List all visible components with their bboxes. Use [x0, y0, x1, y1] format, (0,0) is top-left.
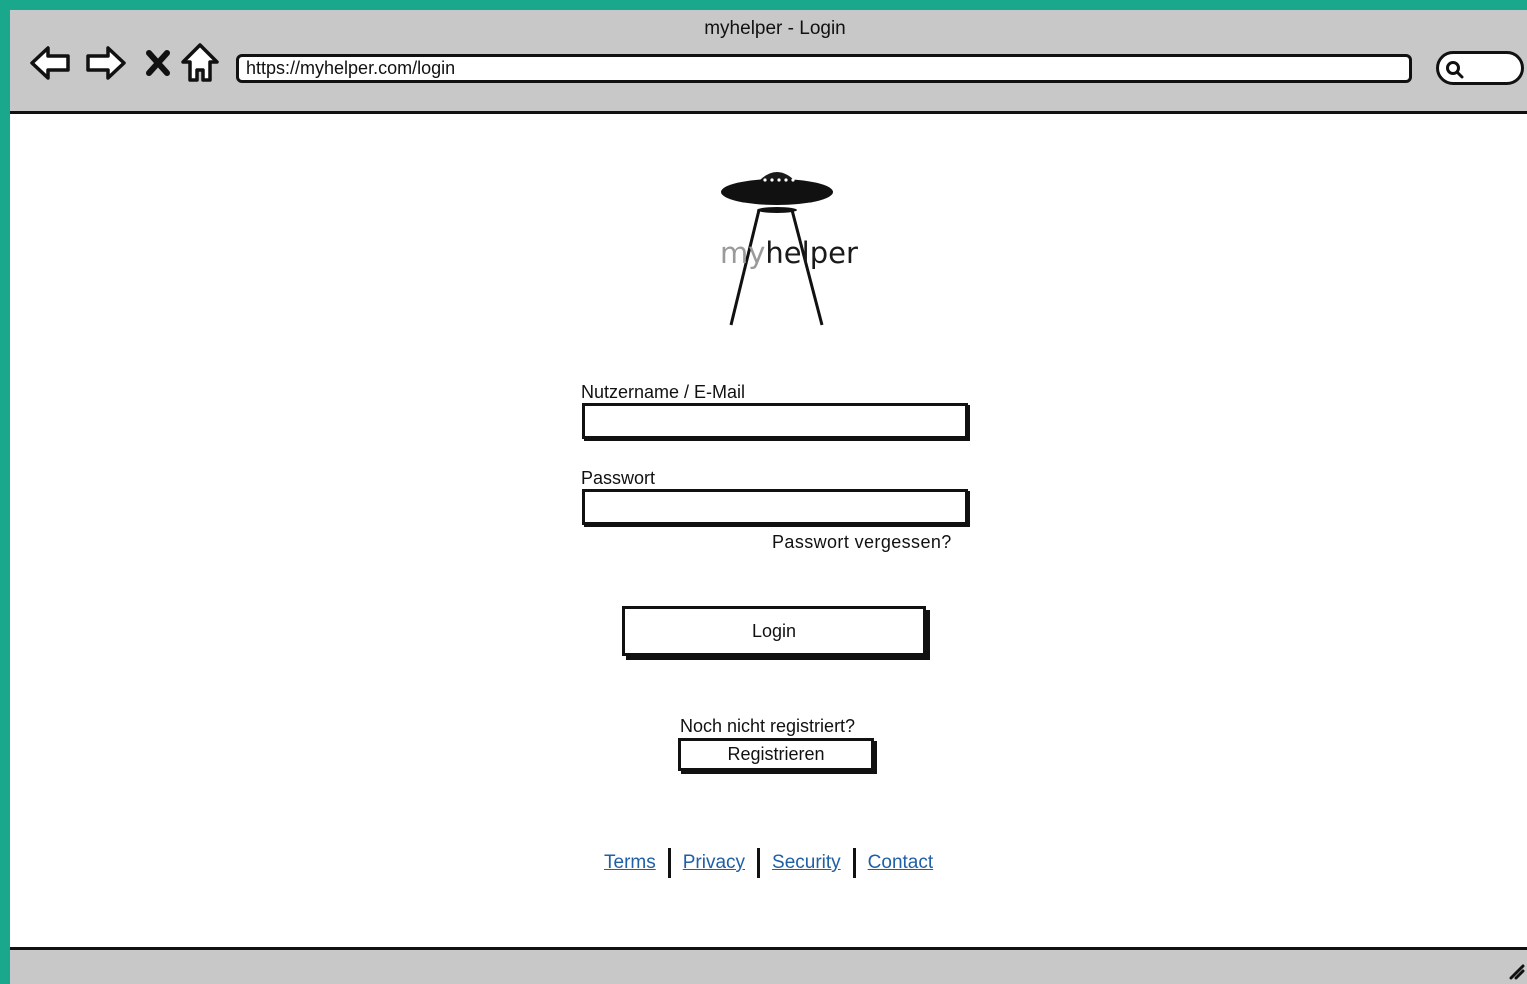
- password-label: Passwort: [581, 468, 656, 488]
- status-bar: [10, 947, 1527, 984]
- username-input[interactable]: [582, 403, 968, 439]
- login-button[interactable]: Login: [622, 606, 926, 656]
- username-label: Nutzername / E-Mail: [581, 382, 746, 402]
- logo-wordmark: myhelper: [720, 236, 858, 270]
- search-box[interactable]: [1436, 51, 1524, 85]
- search-icon: [1446, 61, 1464, 79]
- footer-links: Terms Privacy Security Contact: [604, 848, 933, 878]
- terms-link[interactable]: Terms: [604, 852, 656, 874]
- window-title: myhelper - Login: [704, 18, 846, 39]
- security-link[interactable]: Security: [772, 852, 841, 874]
- register-button[interactable]: Registrieren: [678, 738, 874, 771]
- home-icon[interactable]: [178, 42, 222, 84]
- logo-text-my: my: [720, 236, 766, 270]
- browser-toolbar: myhelper - Login https://myhelper.com/lo…: [10, 10, 1527, 114]
- resize-grip-icon[interactable]: [1507, 962, 1525, 980]
- footer-divider: [852, 848, 856, 878]
- forgot-password-link[interactable]: Passwort vergessen?: [772, 532, 952, 553]
- footer-divider: [667, 848, 671, 878]
- back-arrow-icon[interactable]: [28, 42, 72, 84]
- not-registered-text: Noch nicht registriert?: [680, 716, 856, 736]
- browser-window: myhelper - Login https://myhelper.com/lo…: [10, 10, 1527, 984]
- logo-text-helper: helper: [765, 236, 858, 270]
- password-input[interactable]: [582, 489, 968, 525]
- footer-divider: [757, 848, 761, 878]
- forward-arrow-icon[interactable]: [84, 42, 128, 84]
- url-bar[interactable]: https://myhelper.com/login: [236, 54, 1412, 83]
- close-x-icon[interactable]: [136, 42, 180, 84]
- contact-link[interactable]: Contact: [868, 852, 933, 874]
- privacy-link[interactable]: Privacy: [683, 852, 745, 874]
- myhelper-logo: myhelper: [710, 160, 858, 330]
